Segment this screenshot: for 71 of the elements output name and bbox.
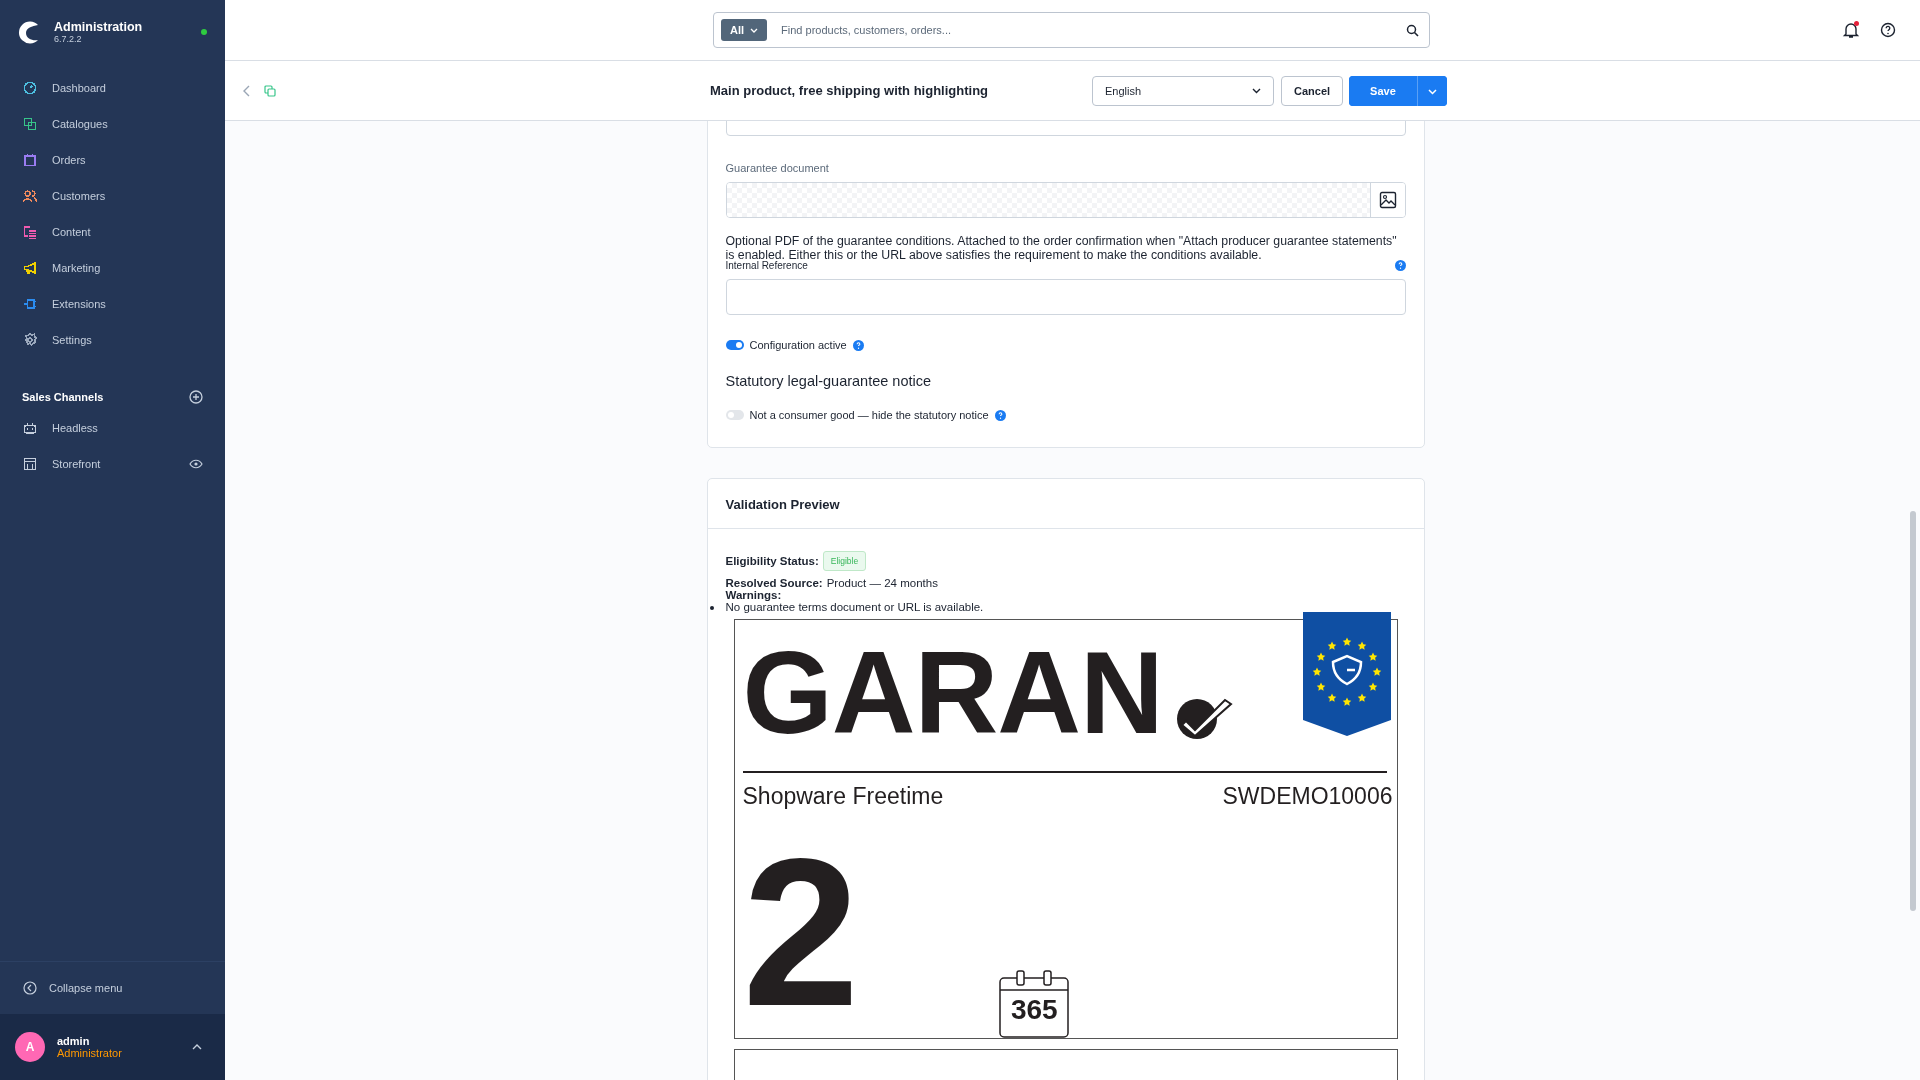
bell-icon[interactable] [1842,21,1860,39]
section-heading: Sales Channels [22,391,104,403]
nav-item[interactable]: Orders [0,142,225,178]
nav-item[interactable]: Extensions [0,286,225,322]
input-field[interactable] [725,279,1406,315]
caret-down-icon [1427,88,1437,95]
help-icon[interactable] [1880,22,1896,38]
days-number: 365 [1009,994,1059,1026]
channel-label: Headless [52,422,98,434]
nav-label: Catalogues [52,118,108,130]
chevron-left-icon [23,981,37,995]
page-title: Main product, free shipping with highlighting [710,83,990,98]
warning-text: No guarantee terms document or URL is available. [725,601,984,613]
add-icon[interactable] [189,390,203,404]
nav-item[interactable]: Settings [0,322,225,358]
label-title: GARAN [742,634,1163,751]
field-label: Internal Reference [725,260,808,271]
user-name: admin [57,1035,91,1047]
calendar-icon [999,970,1070,1038]
toggle-switch[interactable] [725,410,744,420]
field-label: Guarantee document [725,162,830,174]
caret-up-icon[interactable] [192,1044,202,1050]
source-value: Product — 24 months [826,577,938,589]
image-icon[interactable] [1378,191,1397,209]
nav-label: Content [52,226,91,238]
status-badge: Eligible [822,551,867,571]
nav-label: Customers [52,190,106,202]
caret-down-icon [750,27,759,33]
nav-item[interactable]: Marketing [0,250,225,286]
warnings-label: Warnings: [725,589,782,601]
eu-shield-icon [1302,612,1391,736]
nav-item[interactable]: Dashboard [0,70,225,106]
back-icon[interactable] [242,84,252,97]
years-number: 2 [742,828,860,1038]
language-select[interactable]: English [1092,75,1274,106]
eye-icon[interactable] [189,459,203,469]
help-text: Optional PDF of the guarantee conditions. Attached to the order confirmation when "Attach producer guarantee statements" is enabled. Either this or the URL above satisfies the requirement to make the conditions available. [725,234,1398,262]
channel-item[interactable]: Headless [0,410,225,446]
bullet [709,606,714,610]
app-title: Administration [54,20,143,34]
channel-item[interactable]: Storefront [0,446,225,482]
nav-label: Marketing [52,262,101,274]
user-role: Administrator [57,1047,122,1059]
copy-icon[interactable] [264,84,276,97]
caret-down-icon [1252,87,1261,94]
nav-label: Orders [52,154,86,166]
source-label: Resolved Source: [725,577,823,589]
toggle-switch[interactable] [725,340,744,350]
file-upload-field[interactable] [725,182,1406,218]
toggle-label: Configuration active [749,339,847,351]
save-options-button[interactable] [1416,75,1447,106]
version-text: 6.7.2.2 [54,34,83,44]
card-title: Validation Preview [707,479,1424,529]
cancel-button[interactable]: Cancel [1281,75,1344,106]
toggle-label: Not a consumer good — hide the statutory notice [749,409,989,421]
section-heading: Statutory legal-guarantee notice [725,373,933,389]
product-name: Shopware Freetime [742,783,944,810]
search-icon[interactable] [1406,23,1419,37]
nav-label: Settings [52,334,92,346]
nav-label: Dashboard [52,82,106,94]
nav-item[interactable]: Customers [0,178,225,214]
nav-item[interactable]: Catalogues [0,106,225,142]
robot-icon [22,420,38,436]
search-field[interactable]: All Find products, customers, orders... [713,12,1430,48]
nav-item[interactable]: Content [0,214,225,250]
nav-label: Extensions [52,298,106,310]
scope-dropdown[interactable]: All [721,19,768,41]
channel-label: Storefront [52,458,101,470]
store-icon [22,456,38,472]
status-label: Eligibility Status: [725,555,819,567]
product-number: SWDEMO10006 [1222,783,1393,810]
